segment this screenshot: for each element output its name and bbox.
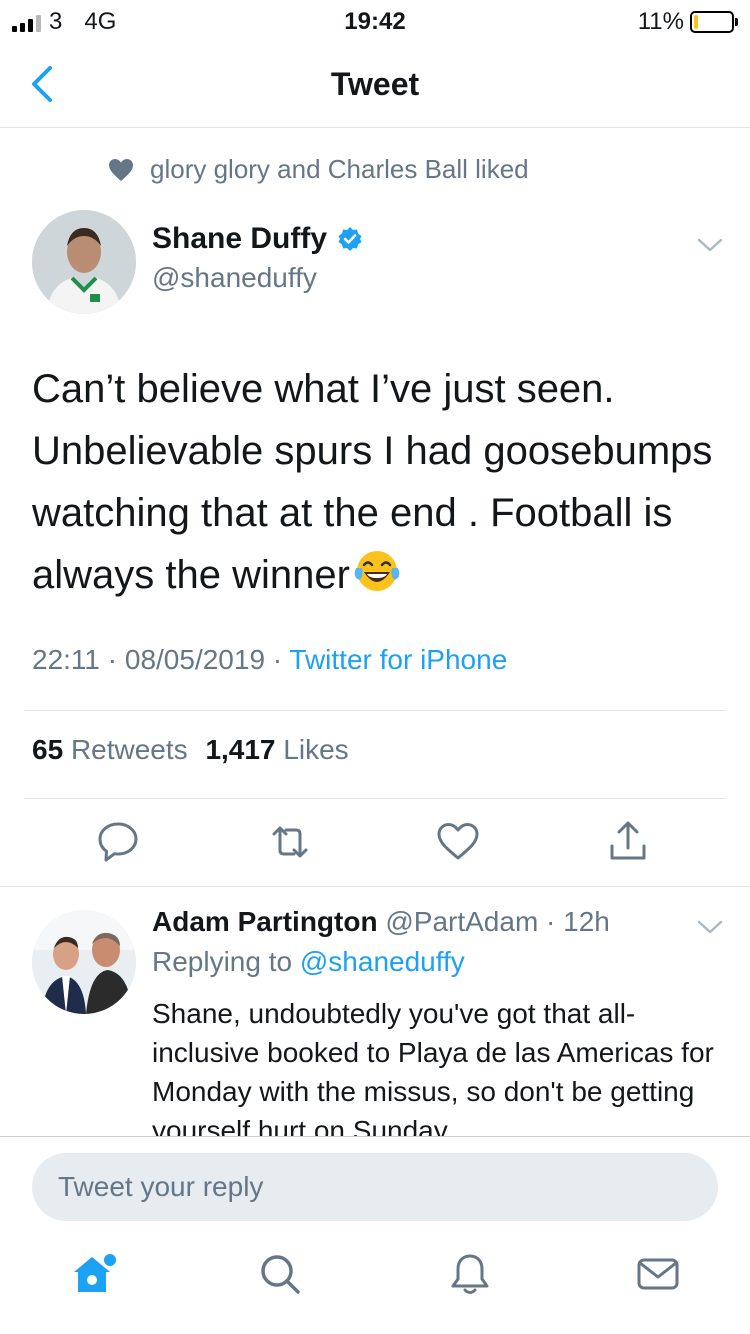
heart-icon[interactable] (434, 818, 482, 866)
reply-author-handle[interactable]: @PartAdam (385, 906, 538, 937)
replying-to-line: Replying to @shaneduffy (152, 946, 465, 978)
likes-stat[interactable]: 1,417 Likes (205, 734, 348, 765)
share-icon[interactable] (604, 818, 652, 866)
status-bar: 3 4G 19:42 11% (0, 0, 750, 40)
likes-label: Likes (283, 734, 349, 765)
heart-filled-icon (109, 158, 133, 181)
battery-icon (690, 11, 738, 33)
retweets-stat[interactable]: 65 Retweets (32, 734, 188, 765)
search-icon[interactable] (256, 1250, 304, 1298)
reply-input[interactable]: Tweet your reply (32, 1153, 718, 1221)
author-avatar[interactable] (32, 210, 136, 314)
verified-badge-icon (338, 227, 362, 251)
reply-time: · 12h (546, 906, 610, 937)
author-name[interactable]: Shane Duffy (152, 222, 327, 256)
replying-prefix: Replying to (152, 946, 300, 977)
divider (24, 798, 726, 799)
page-title: Tweet (330, 66, 420, 102)
author-block: Shane Duffy @shaneduffy (152, 222, 363, 294)
divider (24, 710, 726, 711)
social-context: glory glory and Charles Ball liked (108, 154, 529, 185)
retweet-icon[interactable] (266, 818, 314, 866)
chevron-down-icon[interactable] (696, 918, 724, 936)
social-context-text: glory glory and Charles Ball liked (150, 154, 529, 184)
tweet-text-line: Unbelievable spurs I had goosebumps (32, 429, 713, 473)
reply-item[interactable]: Adam Partington @PartAdam · 12h Replying… (0, 886, 750, 1136)
reply-author-name[interactable]: Adam Partington (152, 906, 378, 937)
tweet-text: Can’t believe what I’ve just seen. Unbel… (32, 358, 732, 606)
reply-text: Shane, undoubtedly you've got that all-i… (152, 998, 714, 1136)
battery-percent: 11% (637, 8, 684, 35)
author-handle[interactable]: @shaneduffy (152, 262, 363, 294)
tweet-meta: 22:11 · 08/05/2019 · Twitter for iPhone (32, 644, 507, 676)
status-right: 11% (637, 8, 738, 36)
retweets-count: 65 (32, 734, 64, 765)
battery-fill (694, 15, 698, 29)
tweet-source-link[interactable]: Twitter for iPhone (289, 644, 507, 675)
chevron-down-icon[interactable] (696, 236, 724, 254)
nav-bar: Tweet (0, 40, 750, 128)
home-notification-dot (104, 1254, 116, 1266)
tweet-timestamp: 22:11 · 08/05/2019 · (32, 644, 290, 675)
retweets-label: Retweets (70, 734, 188, 765)
envelope-icon[interactable] (634, 1250, 682, 1298)
tweet-text-line: always the winner (32, 553, 350, 597)
reply-avatar[interactable] (32, 910, 136, 1014)
tweet-actions (0, 818, 750, 874)
laughing-tears-emoji-icon (354, 551, 400, 591)
tweet-text-line: Can’t believe what I’ve just seen. (32, 367, 615, 411)
replying-to-link[interactable]: @shaneduffy (300, 946, 465, 977)
reply-header: Adam Partington @PartAdam · 12h (152, 906, 610, 938)
likes-count: 1,417 (205, 734, 276, 765)
reply-icon[interactable] (94, 818, 142, 866)
tweet-stats: 65 Retweets 1,417 Likes (32, 734, 349, 766)
tweet-text-line: watching that at the end . Football is (32, 491, 673, 535)
tab-bar (0, 1250, 750, 1320)
bell-icon[interactable] (446, 1250, 494, 1298)
tweet-text-line-last: always the winner (32, 544, 732, 606)
